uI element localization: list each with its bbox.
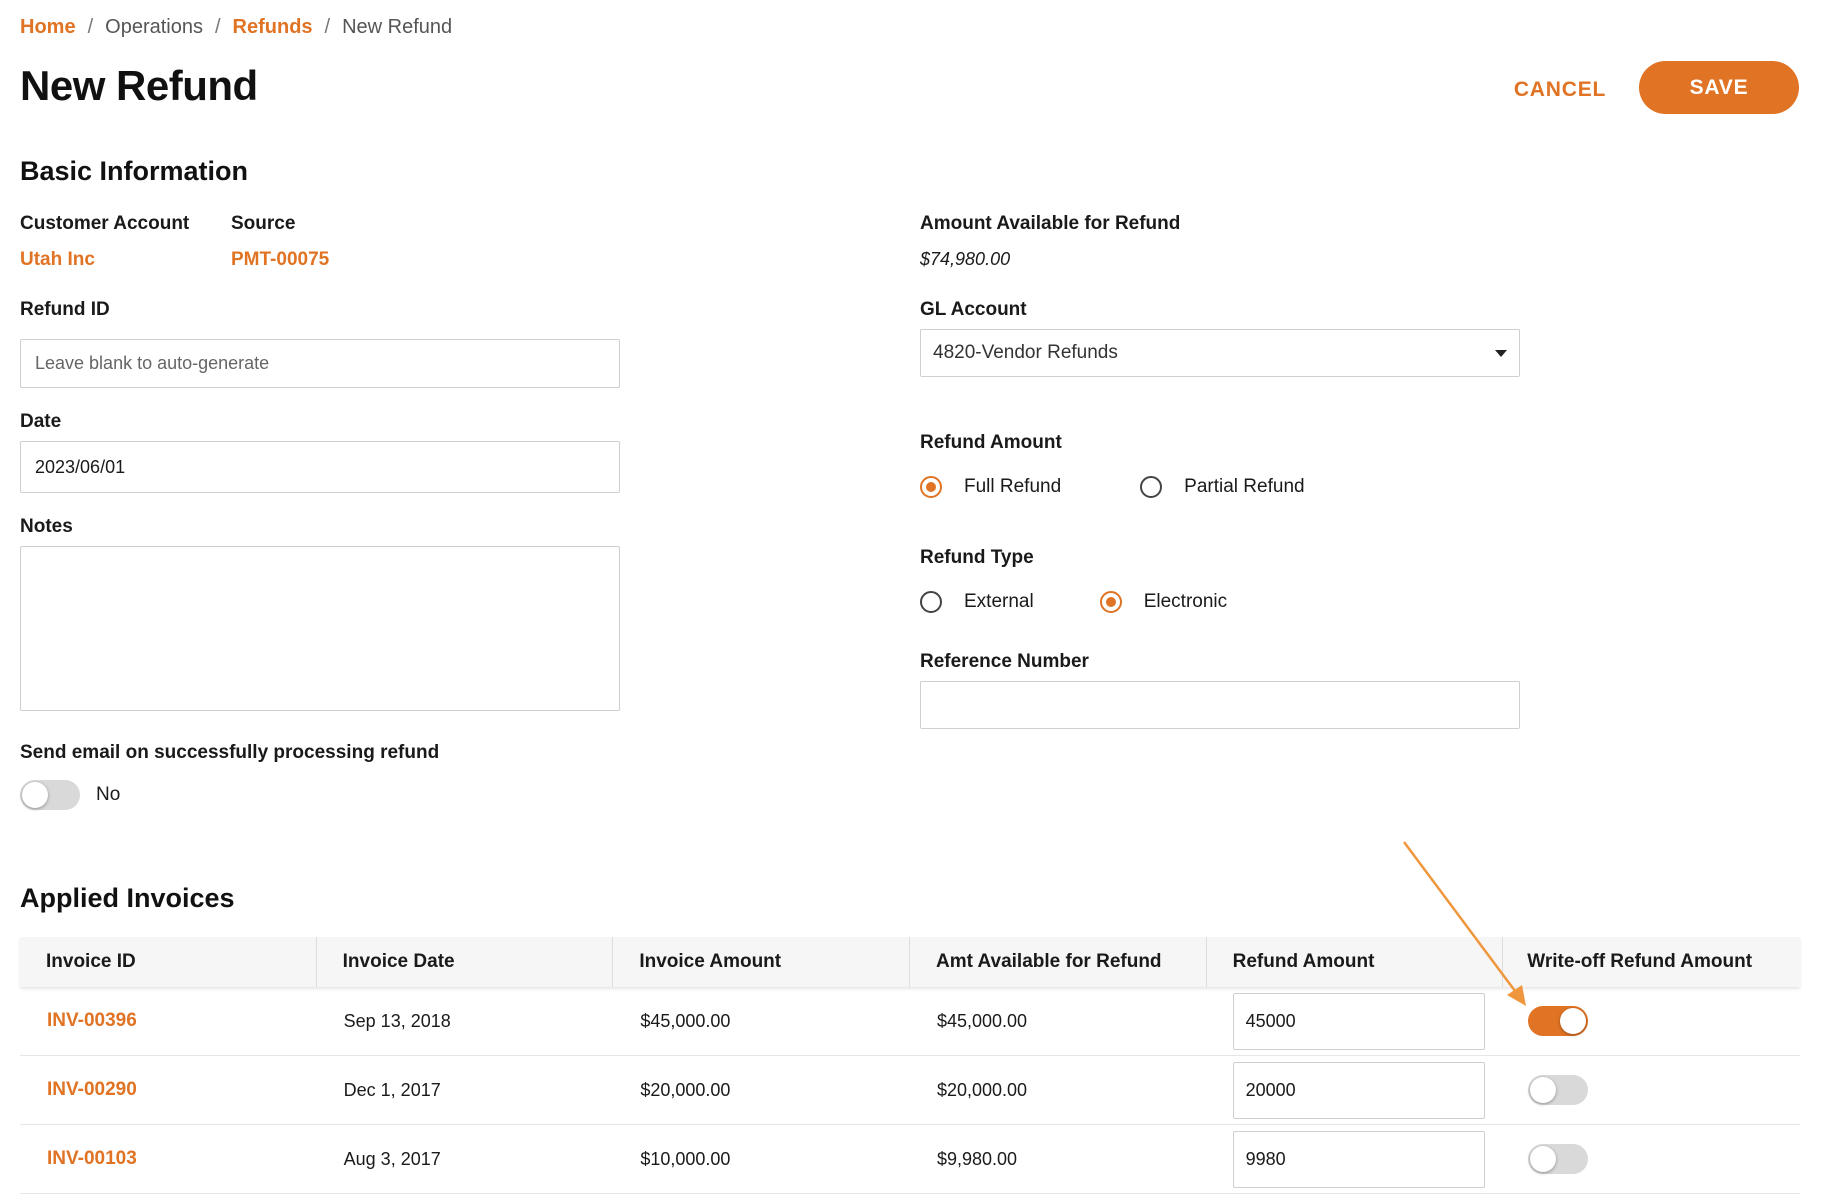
toggle-knob [1560, 1008, 1587, 1034]
amt-available-cell: $9,980.00 [936, 1148, 1018, 1169]
radio-checked-icon [920, 476, 942, 498]
gl-account-label: GL Account [920, 299, 1027, 320]
external-label: External [964, 591, 1034, 612]
breadcrumb-separator: / [87, 15, 94, 38]
refund-amount-cell [1207, 1125, 1504, 1193]
column-header-amt-available: Amt Available for Refund [910, 937, 1207, 987]
applied-invoices-heading: Applied Invoices [20, 883, 235, 913]
breadcrumb-refunds-link[interactable]: Refunds [233, 16, 313, 39]
toggle-knob [1530, 1146, 1557, 1172]
breadcrumb: Home / Operations / Refunds / New Refund [20, 14, 452, 40]
basic-information-heading: Basic Information [20, 156, 249, 186]
electronic-label: Electronic [1143, 591, 1228, 612]
amount-available-value: $74,980.00 [920, 249, 1011, 269]
write-off-toggle[interactable] [1528, 1144, 1589, 1174]
invoice-id-link[interactable]: INV-00396 [20, 987, 317, 1055]
refund-amount-cell [1207, 1056, 1504, 1124]
date-input[interactable] [20, 441, 620, 493]
refund-amount-radio-group: Full Refund Partial Refund [920, 476, 1305, 498]
notes-textarea[interactable] [20, 546, 620, 711]
radio-unchecked-icon [920, 591, 942, 613]
breadcrumb-home-link[interactable]: Home [20, 16, 76, 39]
refund-type-radio-group: External Electronic [920, 591, 1227, 613]
toggle-knob [22, 782, 48, 808]
electronic-radio[interactable]: Electronic [1099, 591, 1228, 613]
cancel-button[interactable]: CANCEL [1508, 72, 1612, 108]
toggle-knob [1530, 1077, 1557, 1103]
page-title: New Refund [20, 62, 258, 109]
caret-down-icon [1495, 349, 1507, 357]
partial-refund-radio[interactable]: Partial Refund [1140, 476, 1305, 498]
refund-amount-input[interactable] [1232, 1061, 1485, 1119]
gl-account-select[interactable]: 4820-Vendor Refunds [920, 329, 1520, 377]
refund-amount-cell [1207, 987, 1504, 1055]
full-refund-label: Full Refund [964, 476, 1062, 497]
refund-id-input[interactable] [20, 339, 620, 388]
send-email-label: Send email on successfully processing re… [20, 742, 440, 763]
column-header-refund-amount: Refund Amount [1207, 937, 1504, 987]
refund-id-label: Refund ID [20, 299, 110, 320]
column-header-invoice-id: Invoice ID [20, 937, 317, 987]
breadcrumb-current: New Refund [342, 15, 453, 38]
breadcrumb-operations: Operations [105, 15, 203, 38]
send-email-toggle[interactable] [20, 780, 80, 810]
partial-refund-label: Partial Refund [1184, 476, 1305, 497]
send-email-state: No [96, 784, 121, 805]
invoice-amount-cell: $10,000.00 [640, 1148, 731, 1169]
gl-account-selected-value: 4820-Vendor Refunds [933, 342, 1118, 363]
write-off-cell [1503, 1125, 1800, 1193]
source-link[interactable]: PMT-00075 [231, 249, 329, 271]
breadcrumb-separator: / [214, 15, 221, 38]
refund-amount-input[interactable] [1232, 992, 1485, 1050]
column-header-write-off: Write-off Refund Amount [1527, 951, 1753, 972]
table-row: INV-00103 Aug 3, 2017 $10,000.00 $9,980.… [20, 1125, 1800, 1194]
notes-label: Notes [20, 516, 73, 537]
table-row: INV-00290 Dec 1, 2017 $20,000.00 $20,000… [20, 1056, 1800, 1125]
invoice-date-cell: Sep 13, 2018 [343, 1010, 451, 1031]
amt-available-cell: $45,000.00 [936, 1010, 1028, 1031]
full-refund-radio[interactable]: Full Refund [920, 476, 1061, 498]
invoice-amount-cell: $20,000.00 [640, 1079, 731, 1100]
amount-available-label: Amount Available for Refund [920, 213, 1181, 234]
reference-number-label: Reference Number [920, 651, 1089, 672]
refund-amount-input[interactable] [1232, 1130, 1485, 1188]
customer-account-label: Customer Account [20, 213, 190, 234]
table-row: INV-00396 Sep 13, 2018 $45,000.00 $45,00… [20, 987, 1800, 1056]
write-off-cell [1503, 987, 1800, 1055]
date-label: Date [20, 411, 62, 432]
reference-number-input[interactable] [920, 681, 1520, 729]
write-off-toggle[interactable] [1528, 1006, 1589, 1036]
invoice-id-link[interactable]: INV-00290 [20, 1056, 317, 1124]
breadcrumb-separator: / [324, 15, 331, 38]
column-header-invoice-date: Invoice Date [317, 937, 614, 987]
invoice-amount-cell: $45,000.00 [640, 1010, 731, 1031]
invoice-date-cell: Aug 3, 2017 [343, 1148, 441, 1169]
table-header: Invoice ID Invoice Date Invoice Amount A… [20, 937, 1800, 987]
source-label: Source [231, 213, 296, 234]
save-button[interactable]: SAVE [1639, 61, 1799, 114]
refund-amount-label: Refund Amount [920, 432, 1062, 453]
send-email-toggle-group: No [20, 780, 120, 810]
radio-checked-icon [1099, 591, 1122, 613]
write-off-toggle[interactable] [1528, 1075, 1589, 1105]
amt-available-cell: $20,000.00 [936, 1079, 1028, 1100]
invoice-id-link[interactable]: INV-00103 [20, 1125, 317, 1193]
write-off-cell [1503, 1056, 1800, 1124]
applied-invoices-table: Invoice ID Invoice Date Invoice Amount A… [20, 937, 1800, 1194]
refund-type-label: Refund Type [920, 547, 1034, 568]
column-header-invoice-amount: Invoice Amount [613, 937, 910, 987]
customer-account-link[interactable]: Utah Inc [20, 249, 95, 271]
invoice-date-cell: Dec 1, 2017 [343, 1079, 441, 1100]
radio-unchecked-icon [1140, 476, 1163, 498]
external-radio[interactable]: External [920, 591, 1034, 613]
